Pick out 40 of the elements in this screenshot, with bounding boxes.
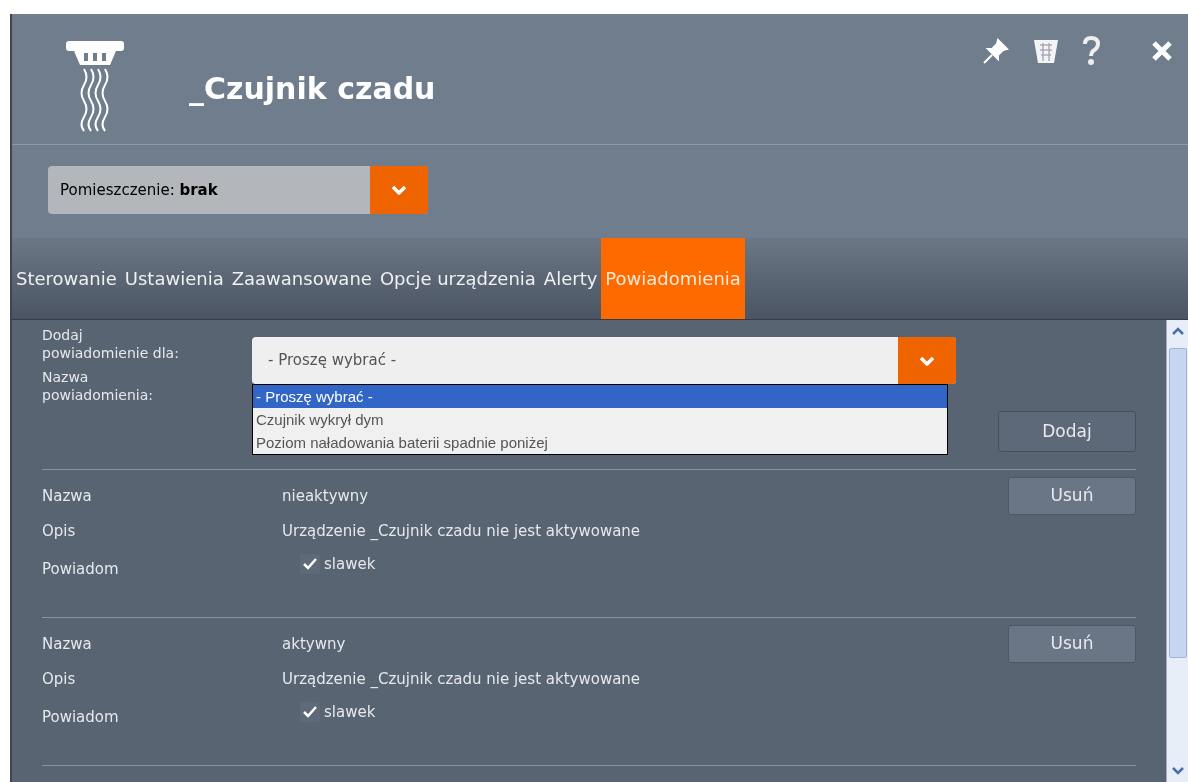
trash-icon[interactable] <box>1032 37 1060 65</box>
recipient-name: slawek <box>324 701 376 723</box>
window-title: _Czujnik czadu <box>189 70 436 108</box>
checkbox[interactable] <box>300 554 320 574</box>
smoke-detector-icon <box>64 41 126 133</box>
chevron-down-icon <box>391 184 407 196</box>
checkmark-icon <box>302 705 318 719</box>
tab[interactable]: Alerty <box>539 238 602 319</box>
notification-name: nieaktywny <box>282 485 369 507</box>
tab[interactable]: Opcje urządzenia <box>375 238 540 319</box>
row-label: Powiadom <box>42 706 120 728</box>
checkmark-icon <box>302 557 318 571</box>
notification-description: Urządzenie _Czujnik czadu nie jest aktywowane <box>282 668 641 690</box>
dropdown-option[interactable]: - Proszę wybrać - <box>253 385 947 408</box>
scrollbar[interactable] <box>1166 320 1188 782</box>
row-label: Nazwa <box>42 485 93 507</box>
close-icon[interactable] <box>1150 39 1174 63</box>
remove-button[interactable]: Usuń <box>1008 625 1136 663</box>
pin-icon[interactable] <box>982 37 1010 65</box>
notification-description: Urządzenie _Czujnik czadu nie jest aktywowane <box>282 520 641 542</box>
room-select[interactable]: Pomieszczenie: brak <box>48 166 428 214</box>
notification-name: aktywny <box>282 633 346 655</box>
row-label: Nazwa <box>42 633 93 655</box>
tab[interactable]: Ustawienia <box>120 238 228 319</box>
add-button[interactable]: Dodaj <box>998 411 1136 452</box>
event-select[interactable]: - Proszę wybrać - <box>252 337 956 384</box>
dropdown-option[interactable]: Poziom naładowania baterii spadnie poniżej <box>253 431 947 454</box>
checkbox[interactable] <box>300 702 320 722</box>
field-label: Dodaj powiadomienie dla: <box>42 326 180 362</box>
recipient-name: slawek <box>324 553 376 575</box>
chevron-down-icon <box>919 354 935 367</box>
tab[interactable]: Sterowanie <box>12 238 121 319</box>
field-label: Nazwa powiadomienia: <box>42 368 155 404</box>
dropdown-option[interactable]: Czujnik wykrył dym <box>253 408 947 431</box>
help-icon[interactable] <box>1082 36 1100 66</box>
row-label: Powiadom <box>42 558 120 580</box>
remove-button[interactable]: Usuń <box>1008 477 1136 515</box>
row-label: Opis <box>42 520 77 542</box>
tab[interactable]: Zaawansowane <box>227 238 376 319</box>
row-label: Opis <box>42 668 77 690</box>
